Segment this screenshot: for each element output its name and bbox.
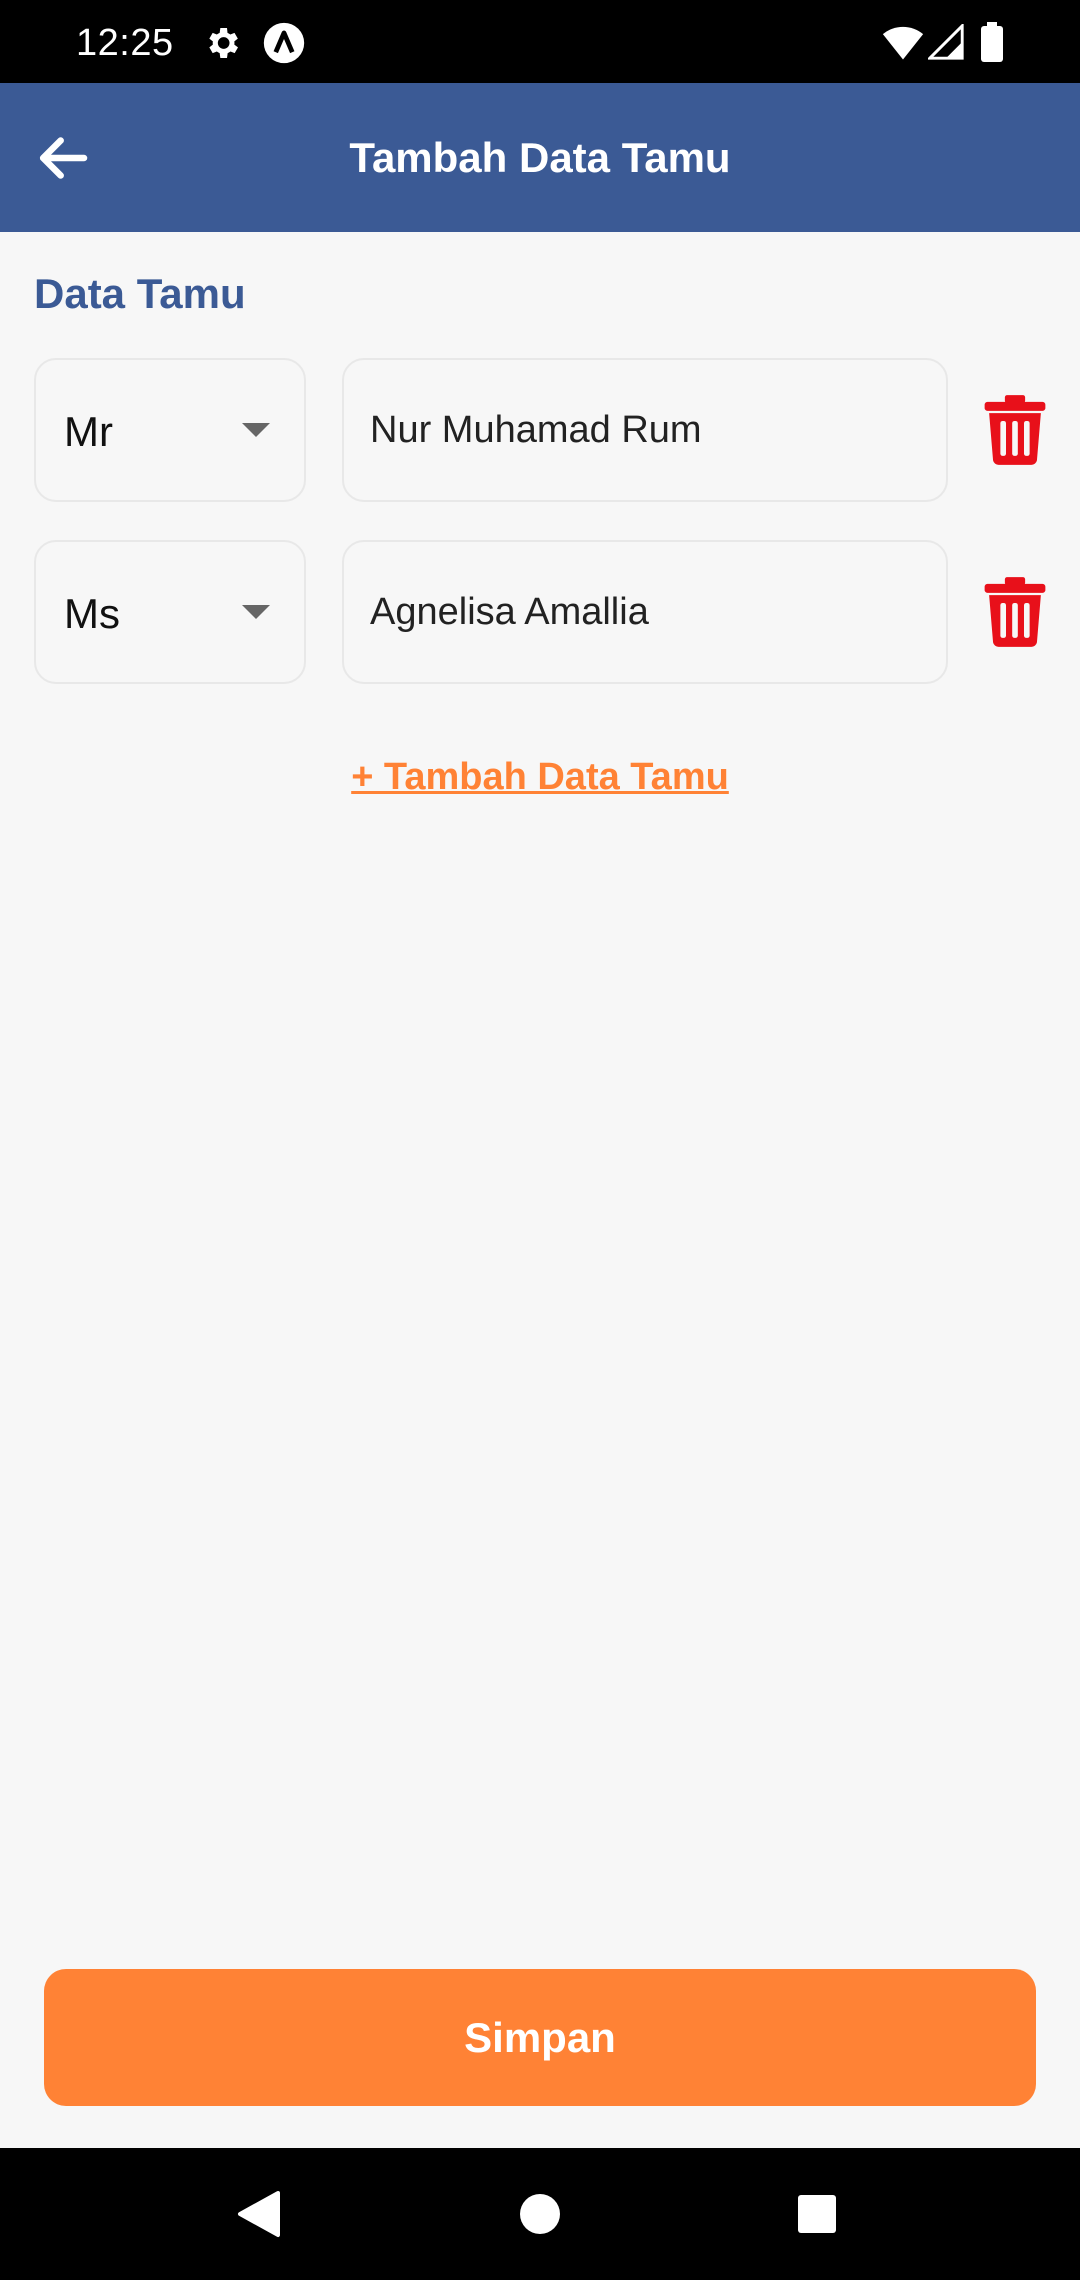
- guest-name-field[interactable]: [342, 540, 948, 684]
- status-bar: 12:25: [0, 0, 1080, 83]
- guest-title-select[interactable]: Mr: [34, 358, 306, 502]
- add-guest-label: + Tambah Data Tamu: [351, 756, 729, 798]
- nav-recents-icon[interactable]: [797, 2194, 837, 2234]
- section-title: Data Tamu: [34, 270, 246, 317]
- add-guest-link[interactable]: + Tambah Data Tamu: [0, 756, 1080, 799]
- arrow-back-icon: [39, 137, 88, 179]
- guest-title-value: Mr: [64, 408, 113, 455]
- nav-home-icon[interactable]: [518, 2192, 562, 2236]
- guest-row: Ms: [0, 540, 1080, 688]
- guest-name-input[interactable]: [370, 360, 920, 500]
- save-button[interactable]: Simpan: [44, 1969, 1036, 2106]
- back-button[interactable]: [18, 113, 108, 203]
- save-button-label: Simpan: [464, 2014, 616, 2061]
- guest-name-input[interactable]: [370, 542, 920, 682]
- accessibility-a-icon: [263, 22, 305, 64]
- guest-title-value: Ms: [64, 590, 120, 637]
- page-title: Tambah Data Tamu: [349, 134, 731, 181]
- battery-icon: [981, 22, 1003, 62]
- status-time: 12:25: [76, 22, 174, 64]
- app-bar: Tambah Data Tamu: [0, 83, 1080, 232]
- settings-gear-icon: [209, 28, 238, 58]
- signal-icon: [928, 24, 964, 60]
- guest-title-select[interactable]: Ms: [34, 540, 306, 684]
- guest-row: Mr: [0, 358, 1080, 506]
- chevron-down-icon: [242, 605, 270, 619]
- nav-back-icon[interactable]: [236, 2190, 282, 2238]
- trash-icon[interactable]: [980, 576, 1050, 648]
- wifi-icon: [882, 26, 924, 60]
- navigation-bar: [0, 2148, 1080, 2280]
- chevron-down-icon: [242, 423, 270, 437]
- trash-icon[interactable]: [980, 394, 1050, 466]
- guest-name-field[interactable]: [342, 358, 948, 502]
